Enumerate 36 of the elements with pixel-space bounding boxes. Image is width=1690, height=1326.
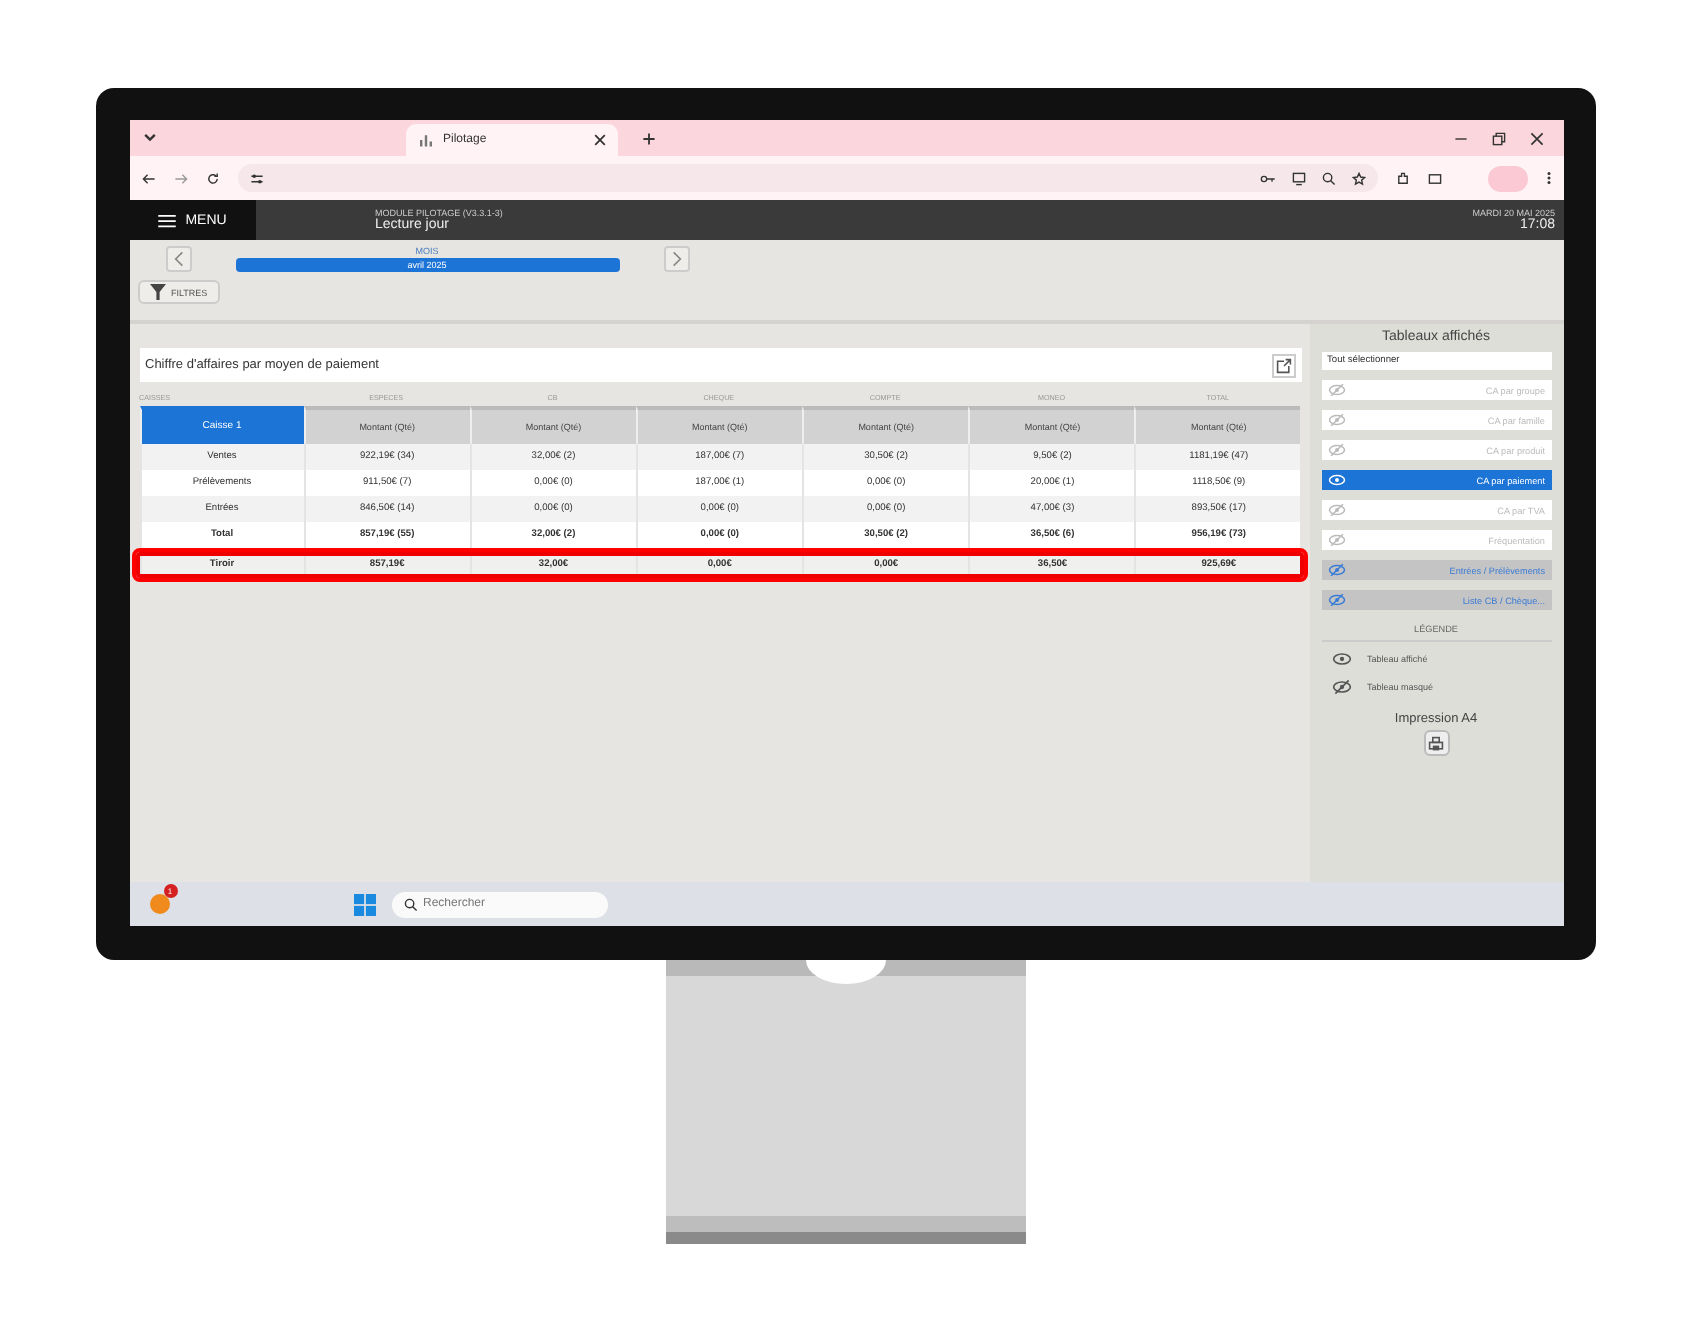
eye-slash-icon — [1327, 534, 1345, 546]
site-settings-icon[interactable] — [249, 171, 263, 185]
menu-icon — [157, 213, 176, 227]
export-icon — [1275, 357, 1291, 373]
eye-icon — [1331, 651, 1351, 665]
close-icon[interactable] — [593, 134, 605, 146]
export-button[interactable] — [1271, 353, 1295, 377]
print-button[interactable] — [1423, 730, 1449, 756]
previous-button[interactable] — [165, 246, 191, 272]
eye-icon — [1327, 474, 1345, 486]
eye-slash-icon — [1327, 444, 1345, 456]
more-icon[interactable] — [1545, 170, 1551, 186]
chevron-down-icon[interactable] — [141, 130, 157, 146]
next-button[interactable] — [663, 246, 689, 272]
zoom-icon[interactable] — [1321, 171, 1335, 185]
app-icon[interactable] — [149, 894, 169, 914]
windows-icon[interactable] — [353, 893, 375, 915]
eye-slash-icon — [1327, 504, 1345, 516]
close-icon[interactable] — [1529, 131, 1543, 145]
eye-slash-icon — [1331, 679, 1351, 693]
eye-slash-icon — [1327, 414, 1345, 426]
chevron-right-icon — [671, 250, 681, 268]
restore-icon[interactable] — [1491, 131, 1505, 145]
printer-icon — [1428, 735, 1444, 751]
eye-slash-icon — [1327, 384, 1345, 396]
eye-slash-icon — [1327, 594, 1345, 606]
eye-slash-icon — [1327, 564, 1345, 576]
funnel-icon — [149, 284, 165, 300]
key-icon[interactable] — [1259, 171, 1275, 185]
reload-icon[interactable] — [205, 171, 219, 185]
star-icon[interactable] — [1351, 171, 1365, 185]
plus-icon[interactable] — [641, 131, 655, 145]
chart-icon — [417, 132, 433, 148]
chevron-left-icon — [173, 250, 183, 268]
search-icon — [403, 897, 417, 911]
back-icon[interactable] — [141, 171, 155, 185]
